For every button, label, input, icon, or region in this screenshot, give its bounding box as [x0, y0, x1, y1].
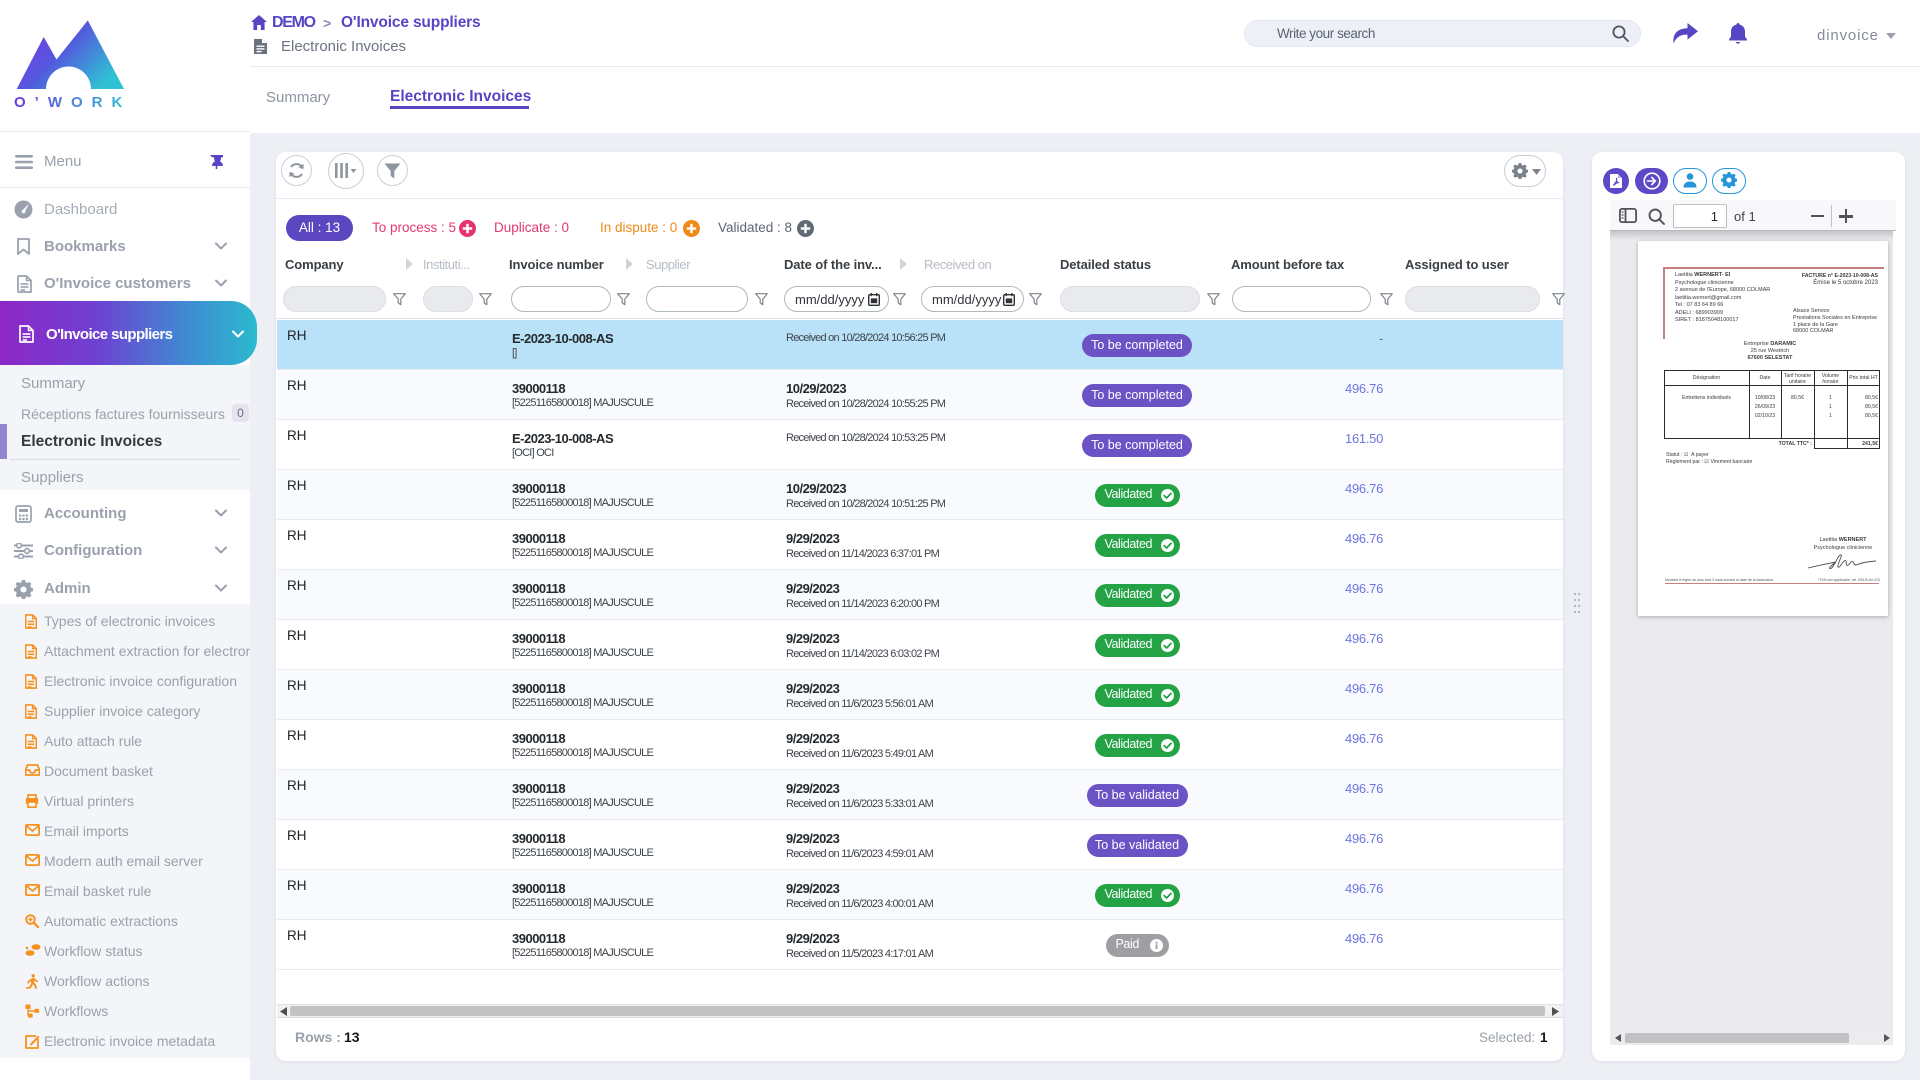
svg-text:O’WORK: O’WORK — [14, 94, 131, 111]
